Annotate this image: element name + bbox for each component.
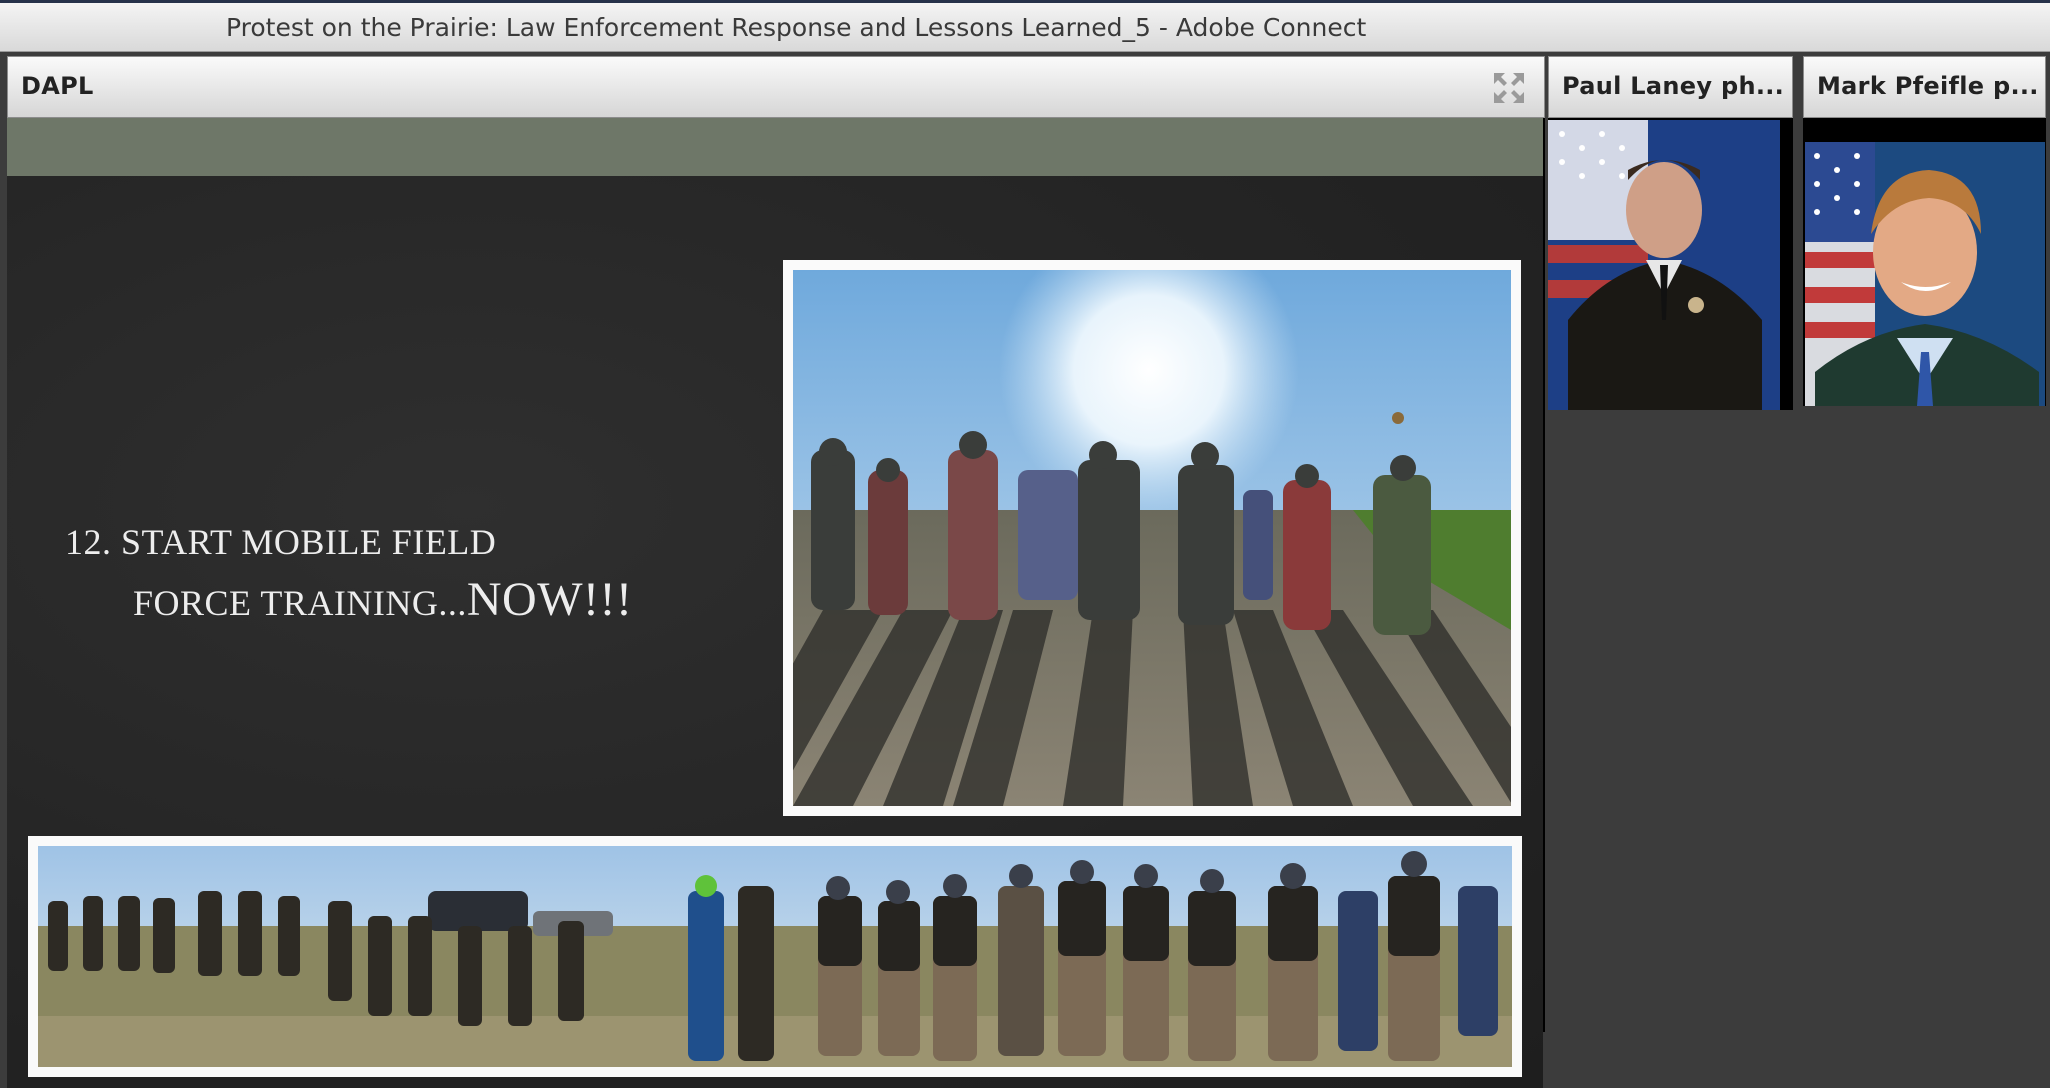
slide-title-band	[7, 118, 1543, 176]
window-titlebar: Protest on the Prairie: Law Enforcement …	[0, 0, 2050, 52]
camera-pod-title: Mark Pfeifle p...	[1817, 72, 2039, 100]
webcam-video	[1548, 120, 1780, 410]
police-line-photo	[783, 260, 1521, 816]
share-pod: DAPL 12. START MOBILE FIELD FORCE TRAINI…	[7, 56, 1545, 1088]
fullscreen-icon[interactable]	[1492, 71, 1526, 105]
slide-heading-line1: 12. START MOBILE FIELD	[65, 522, 497, 562]
window-title: Protest on the Prairie: Law Enforcement …	[226, 13, 1367, 42]
slide-heading-line2: FORCE TRAINING...	[133, 583, 467, 623]
slide-heading-emphasis: NOW!!!	[466, 573, 633, 626]
webcam-video	[1805, 142, 2045, 406]
camera-pod-mark-pfeifle: Mark Pfeifle p...	[1803, 56, 2046, 406]
share-pod-title: DAPL	[21, 72, 94, 100]
slide: 12. START MOBILE FIELD FORCE TRAINING...…	[7, 118, 1543, 1088]
camera-pod-paul-laney: Paul Laney ph...	[1548, 56, 1793, 410]
camera-pod-title: Paul Laney ph...	[1562, 72, 1785, 100]
officers-field-photo	[28, 836, 1522, 1077]
slide-heading-line2-wrap: FORCE TRAINING...NOW!!!	[65, 571, 632, 632]
camera-pod-header: Paul Laney ph...	[1548, 56, 1793, 118]
slide-heading: 12. START MOBILE FIELD FORCE TRAINING...…	[65, 513, 632, 632]
camera-pod-header: Mark Pfeifle p...	[1803, 56, 2046, 118]
share-pod-header: DAPL	[7, 56, 1545, 118]
